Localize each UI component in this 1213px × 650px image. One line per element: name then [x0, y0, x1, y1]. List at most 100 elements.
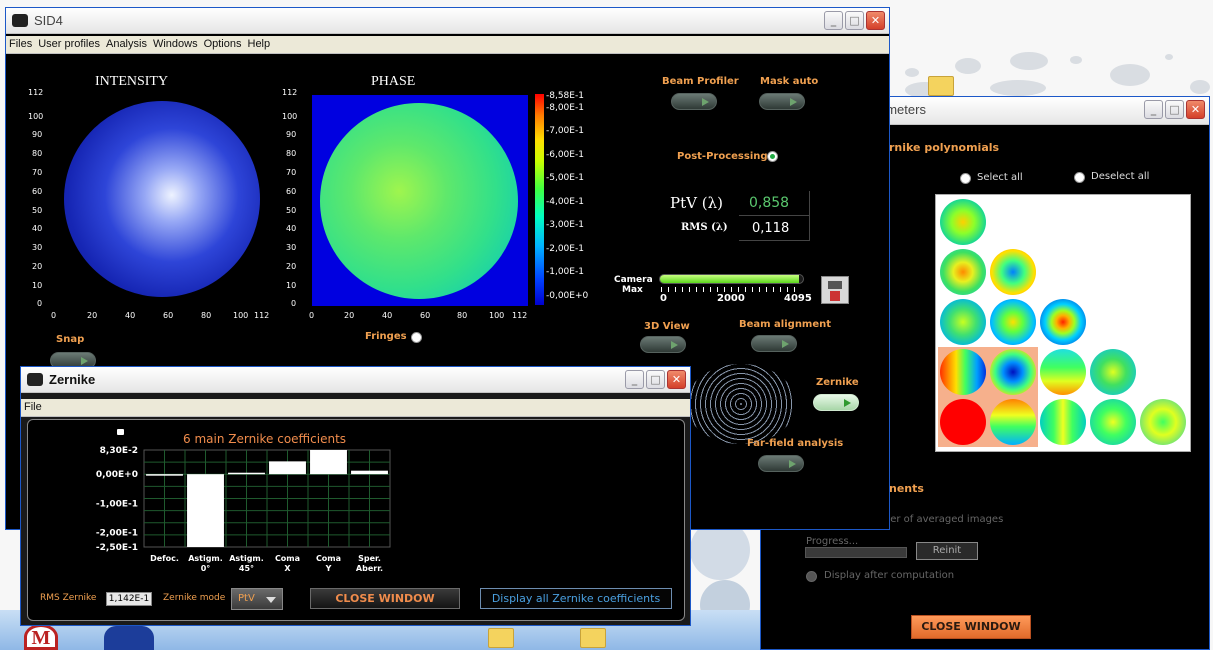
zernike-mode-tile[interactable] [988, 347, 1038, 397]
chart-category-label: Coma [316, 554, 341, 563]
camera-max-label: Max [622, 285, 643, 295]
beam-alignment-button[interactable] [751, 335, 797, 352]
chart-y-tick-label: -2,50E-1 [96, 543, 138, 553]
axis-tick-label: 112 [512, 311, 528, 320]
zernike-mode-select[interactable]: PtV [231, 588, 283, 610]
deselect-all-radio[interactable] [1074, 172, 1085, 183]
phase-plot [312, 95, 528, 306]
camera-scale-ticks [661, 287, 801, 292]
zernike-mode-tile[interactable] [1038, 397, 1088, 447]
camera-level-gauge [659, 274, 804, 284]
camera-label: Camera [614, 275, 653, 285]
maximize-icon[interactable]: □ [1165, 100, 1184, 119]
zernike-close-window-button[interactable]: CLOSE WINDOW [310, 588, 460, 609]
axis-tick-label: 100 [28, 112, 44, 121]
desktop-bubble [1070, 56, 1082, 64]
zernike-label: Zernike [816, 377, 859, 388]
menu-files[interactable]: Files [6, 36, 35, 52]
menu-user-profiles[interactable]: User profiles [35, 36, 103, 52]
close-icon[interactable]: ✕ [667, 370, 686, 389]
chart-category-label: Astigm. [229, 554, 264, 563]
chart-y-tick-label: -2,00E-1 [96, 528, 138, 538]
post-processing-radio[interactable] [767, 151, 778, 162]
zernike-window-title: Zernike [49, 372, 96, 387]
lab-logo-icon [104, 626, 154, 650]
intensity-title: INTENSITY [95, 74, 169, 89]
intensity-plot [50, 95, 266, 306]
zernike-mode-tile[interactable] [988, 247, 1038, 297]
maximize-icon[interactable]: □ [845, 11, 864, 30]
menu-help[interactable]: Help [245, 36, 274, 52]
deselect-all-label: Deselect all [1091, 171, 1150, 182]
zernike-polynomials-heading: rnike polynomials [889, 141, 1000, 154]
reinit-button[interactable]: Reinit [916, 542, 978, 560]
axis-tick-label: 40 [286, 224, 297, 233]
axis-tick-label: 60 [286, 187, 297, 196]
zernike-window: Zernike _ □ ✕ File 6 main Zernike coeffi… [20, 366, 691, 626]
mask-auto-label: Mask auto [760, 76, 819, 87]
menu-file[interactable]: File [21, 399, 45, 415]
3d-view-label: 3D View [644, 321, 690, 332]
axis-tick-label: 0 [309, 311, 315, 320]
post-processing-label: Post-Processing [677, 151, 768, 162]
menu-windows[interactable]: Windows [150, 36, 201, 52]
menu-options[interactable]: Options [201, 36, 245, 52]
close-icon[interactable]: ✕ [866, 11, 885, 30]
select-all-radio[interactable] [960, 173, 971, 184]
zernike-mode-tile[interactable] [988, 397, 1038, 447]
mask-auto-button[interactable] [759, 93, 805, 110]
select-all-label: Select all [977, 172, 1023, 183]
zernike-mode-tile[interactable] [938, 297, 988, 347]
axis-tick-label: 30 [286, 243, 297, 252]
display-after-label: Display after computation [824, 570, 955, 581]
folder-icon[interactable] [488, 628, 514, 648]
minimize-icon[interactable]: _ [625, 370, 644, 389]
zernike-mode-tile[interactable] [938, 197, 988, 247]
chart-category-label: Defoc. [150, 554, 179, 563]
zernike-mode-tile[interactable] [1138, 397, 1188, 447]
display-after-radio[interactable] [806, 571, 817, 582]
axis-tick-label: 20 [344, 311, 355, 320]
zernike-mode-tile[interactable] [988, 297, 1038, 347]
rms-zernike-label: RMS Zernike [40, 593, 97, 603]
save-disk-icon[interactable] [821, 276, 849, 304]
zernike-mode-tile[interactable] [1038, 347, 1088, 397]
axis-tick-label: 40 [125, 311, 136, 320]
axis-tick-label: 100 [282, 112, 298, 121]
phase-title: PHASE [371, 74, 416, 89]
minimize-icon[interactable]: _ [824, 11, 843, 30]
zernike-polynomials-grid [935, 194, 1191, 452]
zernike-mode-tile[interactable] [1088, 347, 1138, 397]
zernike-coefficients-panel: 6 main Zernike coefficients 8,30E-2 0,00E… [27, 419, 685, 621]
zernike-mode-tile[interactable] [1088, 397, 1138, 447]
chart-category-label: 45° [239, 564, 254, 573]
zernike-mode-tile[interactable] [938, 397, 988, 447]
axis-tick-label: 60 [163, 311, 174, 320]
zernike-mode-label: Zernike mode [163, 593, 226, 603]
desktop-bubble [1010, 52, 1048, 70]
fringes-radio[interactable] [411, 332, 422, 343]
far-field-button[interactable] [758, 455, 804, 472]
axis-tick-label: 30 [32, 243, 43, 252]
menu-analysis[interactable]: Analysis [103, 36, 150, 52]
minimize-icon[interactable]: _ [1144, 100, 1163, 119]
rms-value: 0,118 [752, 221, 790, 236]
rms-zernike-value: 1,142E-1 [106, 592, 152, 606]
camera-tick-label: 4095 [784, 293, 812, 304]
close-icon[interactable]: ✕ [1186, 100, 1205, 119]
params-close-window-button[interactable]: CLOSE WINDOW [911, 615, 1031, 639]
3d-view-button[interactable] [640, 336, 686, 353]
beam-profiler-button[interactable] [671, 93, 717, 110]
maximize-icon[interactable]: □ [646, 370, 665, 389]
folder-icon[interactable] [580, 628, 606, 648]
zernike-mode-tile[interactable] [938, 247, 988, 297]
zernike-button[interactable] [813, 394, 859, 411]
zernike-mode-tile[interactable] [1038, 297, 1088, 347]
axis-tick-label: 80 [201, 311, 212, 320]
axis-tick-label: 20 [87, 311, 98, 320]
zernike-mode-tile[interactable] [938, 347, 988, 397]
progress-label: Progress... [806, 536, 859, 547]
colorbar-tick-label: -7,00E-1 [546, 126, 584, 136]
display-all-zernike-button[interactable]: Display all Zernike coefficients [480, 588, 672, 609]
folder-icon[interactable] [928, 76, 954, 96]
